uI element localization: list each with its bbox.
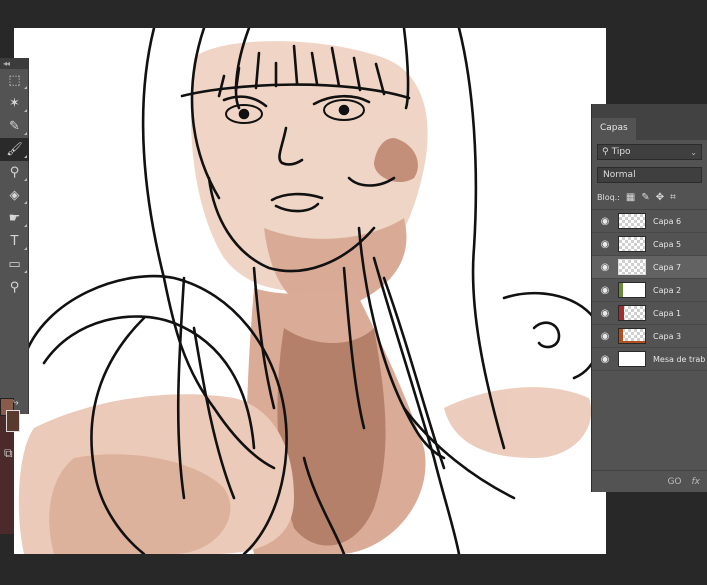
layer-row[interactable]: ◉ Capa 3: [592, 325, 707, 348]
visibility-eye-icon[interactable]: ◉: [592, 354, 618, 365]
search-icon: ⚲: [602, 147, 609, 157]
layer-name: Capa 5: [653, 239, 682, 249]
visibility-eye-icon[interactable]: ◉: [592, 308, 618, 319]
background-color-swatch[interactable]: [6, 410, 20, 432]
lock-pixels-icon[interactable]: ✎: [641, 192, 649, 203]
layer-row[interactable]: ◉ Capa 1: [592, 302, 707, 325]
tools-panel: ◂◂ ⬚ ✶ ✎ 🖌 ⚲ ◈ ☛ T ▭ ⚲ ⤷ ⧉: [0, 58, 29, 460]
brush-tool[interactable]: 🖌: [0, 138, 29, 161]
magic-wand-icon: ✶: [9, 96, 20, 111]
visibility-eye-icon[interactable]: ◉: [592, 262, 618, 273]
type-tool[interactable]: T: [0, 230, 29, 253]
smudge-tool[interactable]: ☛: [0, 207, 29, 230]
layer-filter-select[interactable]: ⚲ Tipo ⌄: [597, 144, 702, 160]
rectangle-icon: ▭: [8, 257, 21, 272]
smudge-icon: ☛: [8, 211, 21, 226]
panel-tabs: Capas: [592, 116, 707, 140]
zoom-tool[interactable]: ⚲: [0, 276, 29, 299]
layer-thumbnail: [618, 259, 646, 275]
layer-thumbnail: [618, 282, 646, 298]
photoshop-workspace: ◂◂ ⬚ ✶ ✎ 🖌 ⚲ ◈ ☛ T ▭ ⚲ ⤷ ⧉ Capas ⚲ Tipo …: [0, 0, 707, 585]
link-layers-icon[interactable]: GO: [667, 477, 681, 487]
layer-row[interactable]: ◉ Mesa de trab: [592, 348, 707, 371]
layer-filter-row: ⚲ Tipo ⌄: [592, 140, 707, 164]
lock-position-icon[interactable]: ✥: [656, 192, 664, 203]
layer-name: Capa 3: [653, 331, 682, 341]
marquee-icon: ⬚: [8, 73, 21, 88]
clone-stamp-icon: ⚲: [9, 165, 20, 180]
lock-artboard-icon[interactable]: ⌗: [670, 192, 676, 203]
marquee-tool[interactable]: ⬚: [0, 69, 29, 92]
visibility-eye-icon[interactable]: ◉: [592, 239, 618, 250]
magic-wand-tool[interactable]: ✶: [0, 92, 29, 115]
type-icon: T: [10, 234, 19, 249]
drawing-illustration: [18, 28, 601, 554]
panel-header-bar[interactable]: [592, 104, 707, 116]
layer-row[interactable]: ◉ Capa 2: [592, 279, 707, 302]
layer-name: Capa 7: [653, 262, 682, 272]
layers-panel-footer: GO fx: [592, 470, 707, 492]
lock-row: Bloq.: ▦ ✎ ✥ ⌗: [592, 186, 707, 210]
layer-name: Capa 2: [653, 285, 682, 295]
tab-layers[interactable]: Capas: [592, 118, 636, 140]
visibility-eye-icon[interactable]: ◉: [592, 216, 618, 227]
layer-name: Capa 6: [653, 216, 682, 226]
layer-thumbnail: [618, 351, 646, 367]
fx-icon[interactable]: fx: [692, 477, 701, 487]
visibility-eye-icon[interactable]: ◉: [592, 331, 618, 342]
eyedropper-icon: ✎: [9, 119, 20, 134]
eyedropper-tool[interactable]: ✎: [0, 115, 29, 138]
toolbar-grip[interactable]: ◂◂: [0, 58, 28, 69]
layer-thumbnail: [618, 305, 646, 321]
rectangle-tool[interactable]: ▭: [0, 253, 29, 276]
layer-name: Mesa de trab: [653, 354, 706, 364]
swap-colors-icon[interactable]: ⤷: [13, 397, 19, 408]
layer-thumbnail: [618, 236, 646, 252]
layer-row-active[interactable]: ◉ Capa 7: [592, 256, 707, 279]
brush-icon: 🖌: [6, 142, 23, 157]
zoom-icon: ⚲: [9, 280, 20, 295]
blend-mode-select[interactable]: Normal: [597, 167, 702, 183]
layers-panel: Capas ⚲ Tipo ⌄ Normal Bloq.: ▦ ✎ ✥ ⌗ ◉ C…: [591, 104, 707, 492]
layer-row[interactable]: ◉ Capa 6: [592, 210, 707, 233]
clone-stamp-tool[interactable]: ⚲: [0, 161, 29, 184]
layer-thumbnail: [618, 328, 646, 344]
layer-name: Capa 1: [653, 308, 682, 318]
paint-bucket-icon: ◈: [9, 188, 20, 203]
lock-label: Bloq.:: [597, 193, 620, 202]
filter-type-label: Tipo: [611, 147, 631, 157]
blend-mode-row: Normal: [592, 164, 707, 186]
chevron-down-icon: ⌄: [690, 147, 697, 157]
visibility-eye-icon[interactable]: ◉: [592, 285, 618, 296]
color-swatches: ⤷: [0, 396, 29, 436]
lock-transparency-icon[interactable]: ▦: [626, 192, 635, 203]
screen-mode-icon[interactable]: ⧉: [4, 446, 22, 462]
layer-row[interactable]: ◉ Capa 5: [592, 233, 707, 256]
layer-thumbnail: [618, 213, 646, 229]
artboard[interactable]: [14, 28, 606, 554]
layer-list: ◉ Capa 6 ◉ Capa 5 ◉ Capa 7 ◉ Capa 2 ◉ Ca…: [592, 210, 707, 371]
paint-bucket-tool[interactable]: ◈: [0, 184, 29, 207]
